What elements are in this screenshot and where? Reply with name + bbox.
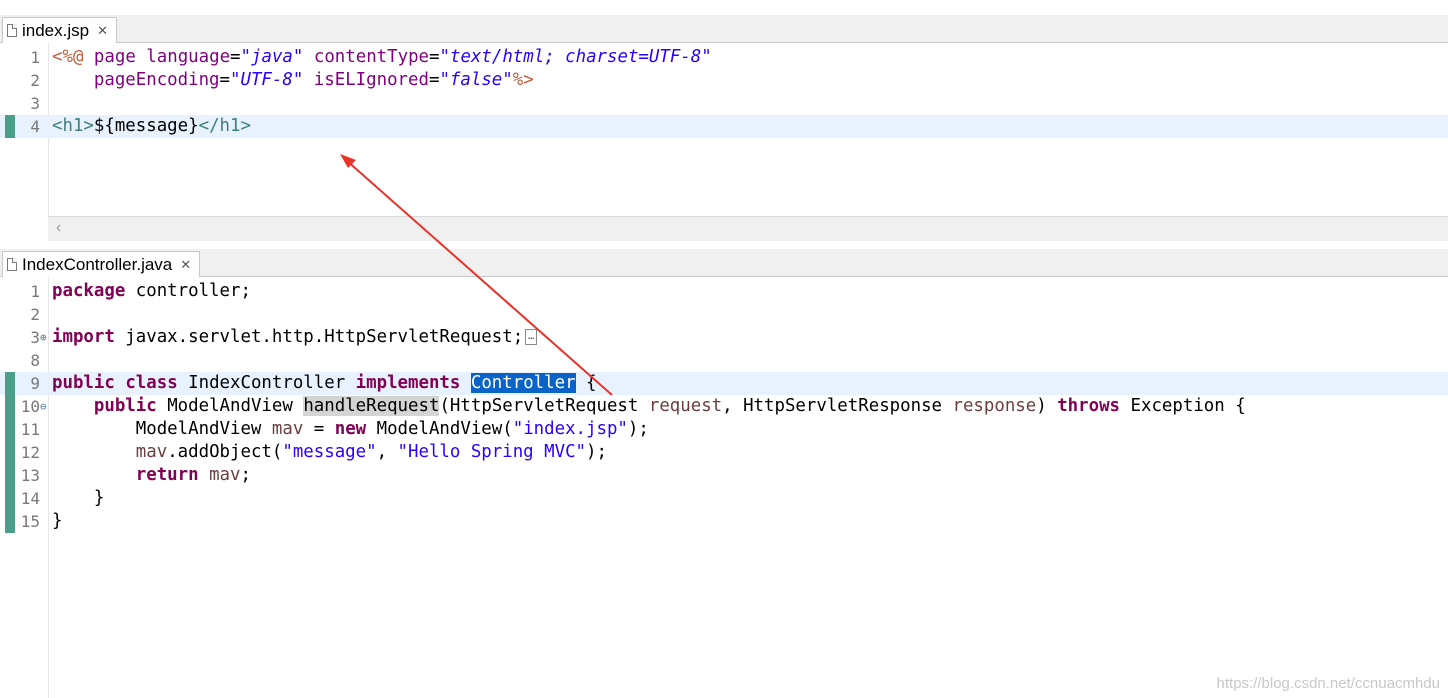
annotation-arrow: [340, 154, 613, 396]
arrow-line: [345, 159, 613, 396]
watermark: https://blog.csdn.net/ccnuacmhdu: [1216, 675, 1440, 692]
